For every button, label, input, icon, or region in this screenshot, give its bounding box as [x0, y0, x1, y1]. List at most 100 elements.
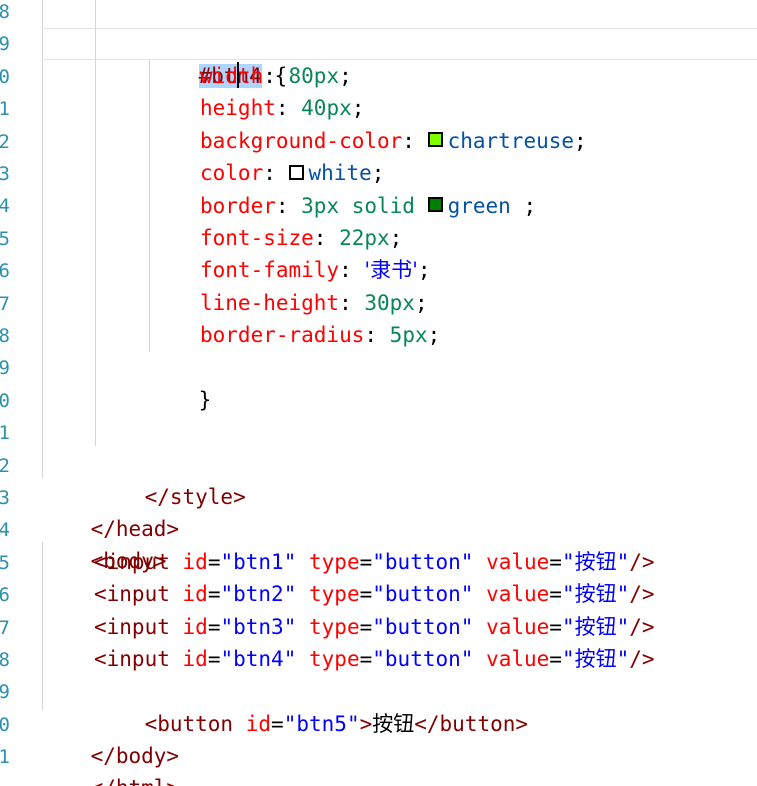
- html-close-tag: </html>: [91, 776, 180, 786]
- line-number: 9: [0, 357, 10, 380]
- code-line-input[interactable]: <input id="btn1" type="button" value="按钮…: [94, 546, 655, 578]
- code-line-declaration[interactable]: width: 80px;: [200, 60, 352, 92]
- line-number: 1: [0, 98, 10, 121]
- tag-open: <input: [94, 614, 170, 639]
- code-line-declaration[interactable]: height: 40px;: [200, 92, 364, 124]
- color-swatch-icon[interactable]: [427, 132, 443, 148]
- attr-id-value: "btn3": [220, 614, 297, 639]
- colon: :: [364, 323, 390, 348]
- code-line-declaration[interactable]: border-radius: 5px;: [200, 319, 440, 351]
- line-number: 4: [0, 519, 10, 542]
- line-number: 2: [0, 454, 10, 477]
- attr-id: id: [182, 647, 208, 672]
- code-line-style-close[interactable]: </style>: [94, 449, 246, 509]
- css-value: white: [308, 161, 372, 186]
- css-value: '隶书': [364, 258, 418, 283]
- colon: :: [263, 64, 289, 88]
- tag-close: </button>: [414, 712, 529, 736]
- semicolon: ;: [427, 323, 441, 348]
- tag-self-close: />: [629, 614, 655, 639]
- code-line-input[interactable]: <input id="btn4" type="button" value="按钮…: [94, 643, 655, 675]
- css-value-prefix: 3px solid: [301, 193, 428, 218]
- line-number: 9: [0, 33, 10, 56]
- code-line-declaration[interactable]: color: white;: [200, 157, 384, 189]
- line-number: 1: [0, 746, 10, 769]
- line-number: 5: [0, 551, 10, 574]
- code-line-html-close[interactable]: </html>: [40, 740, 180, 786]
- indent-guide: [95, 0, 96, 446]
- code-line-button[interactable]: <button id="btn5">按钮</button>: [94, 676, 528, 736]
- colon: :: [339, 258, 365, 283]
- code-line-selector[interactable]: #btn4 {: [148, 28, 287, 88]
- attr-value: value: [486, 614, 550, 639]
- line-number: 6: [0, 584, 10, 607]
- attr-value-value: "按钮": [561, 582, 630, 607]
- attr-type: type: [309, 550, 360, 574]
- css-property: background-color: [200, 128, 403, 153]
- css-value: 80px: [288, 64, 340, 88]
- code-editor[interactable]: 8 9 0 1 2 3 4 5 6 7 8 9 0 1 2 3 4 5 6 7 8 9 0 1 #btn4 { width: …: [0, 0, 757, 786]
- code-line-declaration[interactable]: line-height: 30px;: [200, 287, 428, 319]
- code-line-input[interactable]: <input id="btn3" type="button" value="按钮…: [94, 611, 655, 643]
- attr-value-value: "按钮": [561, 550, 630, 574]
- attr-type-value: "button": [372, 614, 474, 639]
- code-line-declaration[interactable]: background-color: chartreuse;: [200, 125, 587, 157]
- attr-type-value: "button": [372, 647, 474, 672]
- tag-self-close: />: [629, 647, 655, 672]
- line-number: 6: [0, 260, 10, 283]
- semicolon: ;: [414, 290, 428, 315]
- line-number: 7: [0, 292, 10, 315]
- code-line-body-open[interactable]: <body>: [40, 513, 167, 573]
- code-line-head-close[interactable]: </head>: [40, 481, 180, 541]
- attr-id-value: "btn5": [283, 712, 360, 736]
- line-number: 8: [0, 1, 10, 23]
- semicolon: ;: [371, 161, 385, 186]
- attr-id: id: [182, 614, 208, 639]
- code-line-body-close[interactable]: </body>: [40, 708, 180, 768]
- attr-value-value: "按钮": [561, 614, 630, 639]
- line-number: 7: [0, 616, 10, 639]
- semicolon: ;: [351, 96, 365, 121]
- code-line-declaration[interactable]: border: 3px solid green ;: [200, 190, 536, 222]
- css-value: 5px: [389, 323, 428, 348]
- line-number: 8: [0, 325, 10, 347]
- attr-type-value: "button": [372, 550, 474, 574]
- code-line-input[interactable]: <input id="btn2" type="button" value="按钮…: [94, 578, 655, 610]
- css-value: 22px: [339, 226, 390, 250]
- line-number: 8: [0, 649, 10, 671]
- colon: :: [402, 128, 428, 153]
- tag-open: <input: [94, 647, 170, 672]
- attr-id-value: "btn2": [220, 582, 297, 607]
- semicolon: ;: [417, 258, 431, 283]
- line-number: 2: [0, 130, 10, 153]
- css-property: line-height: [200, 290, 340, 315]
- line-number-gutter: 8 9 0 1 2 3 4 5 6 7 8 9 0 1 2 3 4 5 6 7 8 9 0 1: [0, 0, 14, 786]
- attr-id: id: [245, 712, 272, 736]
- indent-guide: [42, 0, 43, 478]
- css-value: 40px: [301, 96, 352, 121]
- attr-id: id: [182, 582, 208, 607]
- colon: :: [263, 161, 289, 186]
- attr-id: id: [182, 550, 208, 574]
- attr-type: type: [309, 614, 360, 639]
- attr-id-value: "btn4": [220, 647, 297, 672]
- code-line-close-brace[interactable]: }: [148, 352, 212, 412]
- attr-value: value: [486, 550, 550, 574]
- colon: :: [275, 193, 302, 218]
- css-value: chartreuse: [447, 128, 575, 153]
- colon: :: [339, 290, 365, 315]
- tag-self-close: />: [629, 550, 655, 574]
- line-number: 9: [0, 681, 10, 704]
- line-number: 3: [0, 487, 10, 509]
- css-property: height: [200, 96, 276, 121]
- code-line-declaration[interactable]: font-size: 22px;: [200, 222, 402, 254]
- css-property: font-family: [200, 258, 340, 283]
- color-swatch-icon[interactable]: [288, 164, 304, 180]
- attr-value-value: "按钮": [561, 647, 630, 672]
- tag-open: <input: [94, 582, 170, 607]
- tag-self-close: />: [629, 582, 655, 607]
- attr-value: value: [486, 647, 550, 672]
- colon: :: [313, 226, 340, 250]
- code-line-declaration[interactable]: font-family: '隶书';: [200, 254, 431, 286]
- color-swatch-icon[interactable]: [427, 197, 443, 213]
